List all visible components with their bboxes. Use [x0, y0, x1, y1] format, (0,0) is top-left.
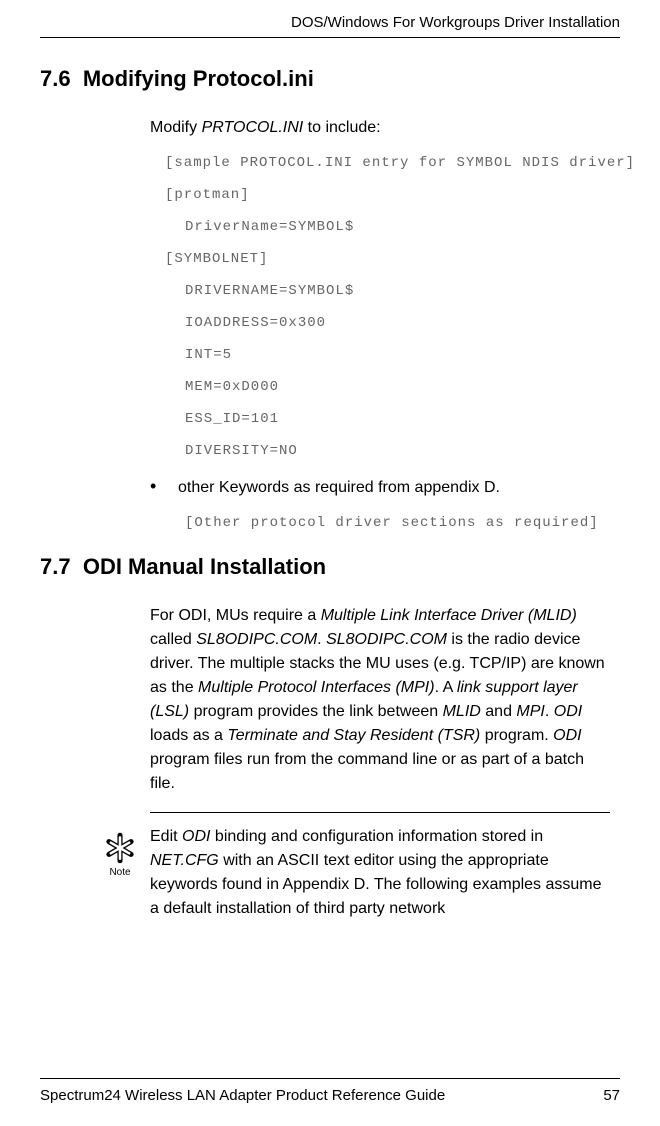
term: Terminate and Stay Resident (TSR) [227, 727, 480, 744]
text: For ODI, MUs require a [150, 607, 321, 624]
section-heading-7-7: 7.7 ODI Manual Installation [40, 554, 620, 580]
term: ODI [182, 828, 210, 845]
code-line: IOADDRESS=0x300 [165, 316, 620, 330]
section-title: Modifying Protocol.ini [83, 66, 314, 91]
running-header: DOS/Windows For Workgroups Driver Instal… [40, 0, 620, 37]
text: . [545, 703, 554, 720]
term: ODI [553, 727, 581, 744]
term: MLID [443, 703, 481, 720]
note-block: Note Edit ODI binding and configuration … [90, 825, 610, 921]
text: program provides the link between [189, 703, 442, 720]
section-number: 7.7 [40, 554, 71, 579]
code-line: [sample PROTOCOL.INI entry for SYMBOL ND… [165, 156, 620, 170]
section-heading-7-6: 7.6 Modifying Protocol.ini [40, 66, 620, 92]
code-line: MEM=0xD000 [165, 380, 620, 394]
filename: SL8ODIPC.COM [196, 631, 317, 648]
footer-rule [40, 1078, 620, 1079]
text: . [317, 631, 326, 648]
code-block-other: [Other protocol driver sections as requi… [165, 516, 620, 530]
text: and [481, 703, 517, 720]
code-block-protocol-ini: [sample PROTOCOL.INI entry for SYMBOL ND… [165, 156, 620, 458]
bullet-text: other Keywords as required from appendix… [178, 476, 500, 500]
text: loads as a [150, 727, 227, 744]
code-line: DriverName=SYMBOL$ [165, 220, 620, 234]
asterisk-icon [103, 831, 137, 865]
text: called [150, 631, 196, 648]
text: program files run from the command line … [150, 751, 584, 792]
filename: PRTOCOL.INI [202, 119, 304, 136]
text: Modify [150, 119, 202, 136]
page-number: 57 [603, 1087, 620, 1104]
header-rule [40, 37, 620, 38]
text: to include: [303, 119, 380, 136]
note-text: Edit ODI binding and configuration infor… [150, 825, 610, 921]
text: . A [435, 679, 457, 696]
code-line: DIVERSITY=NO [165, 444, 620, 458]
bullet-item: • other Keywords as required from append… [150, 476, 610, 500]
bullet-marker: • [150, 476, 178, 500]
footer-title: Spectrum24 Wireless LAN Adapter Product … [40, 1087, 445, 1104]
note-rule [150, 812, 610, 813]
term: ODI [554, 703, 582, 720]
code-line: ESS_ID=101 [165, 412, 620, 426]
page-footer: Spectrum24 Wireless LAN Adapter Product … [40, 1078, 620, 1104]
odi-paragraph: For ODI, MUs require a Multiple Link Int… [150, 604, 610, 796]
intro-paragraph: Modify PRTOCOL.INI to include: [150, 116, 610, 140]
text: program. [480, 727, 553, 744]
text: binding and configuration information st… [210, 828, 543, 845]
text: Edit [150, 828, 182, 845]
section-title: ODI Manual Installation [83, 554, 326, 579]
term: Multiple Link Interface Driver (MLID) [321, 607, 577, 624]
code-line: [SYMBOLNET] [165, 252, 620, 266]
term: MPI [516, 703, 544, 720]
code-line: [Other protocol driver sections as requi… [165, 516, 620, 530]
note-icon-column: Note [90, 831, 150, 878]
note-label: Note [109, 867, 130, 878]
code-line: [protman] [165, 188, 620, 202]
term: Multiple Protocol Interfaces (MPI) [198, 679, 435, 696]
code-line: INT=5 [165, 348, 620, 362]
filename: NET.CFG [150, 852, 219, 869]
section-number: 7.6 [40, 66, 71, 91]
filename: SL8ODIPC.COM [326, 631, 447, 648]
code-line: DRIVERNAME=SYMBOL$ [165, 284, 620, 298]
